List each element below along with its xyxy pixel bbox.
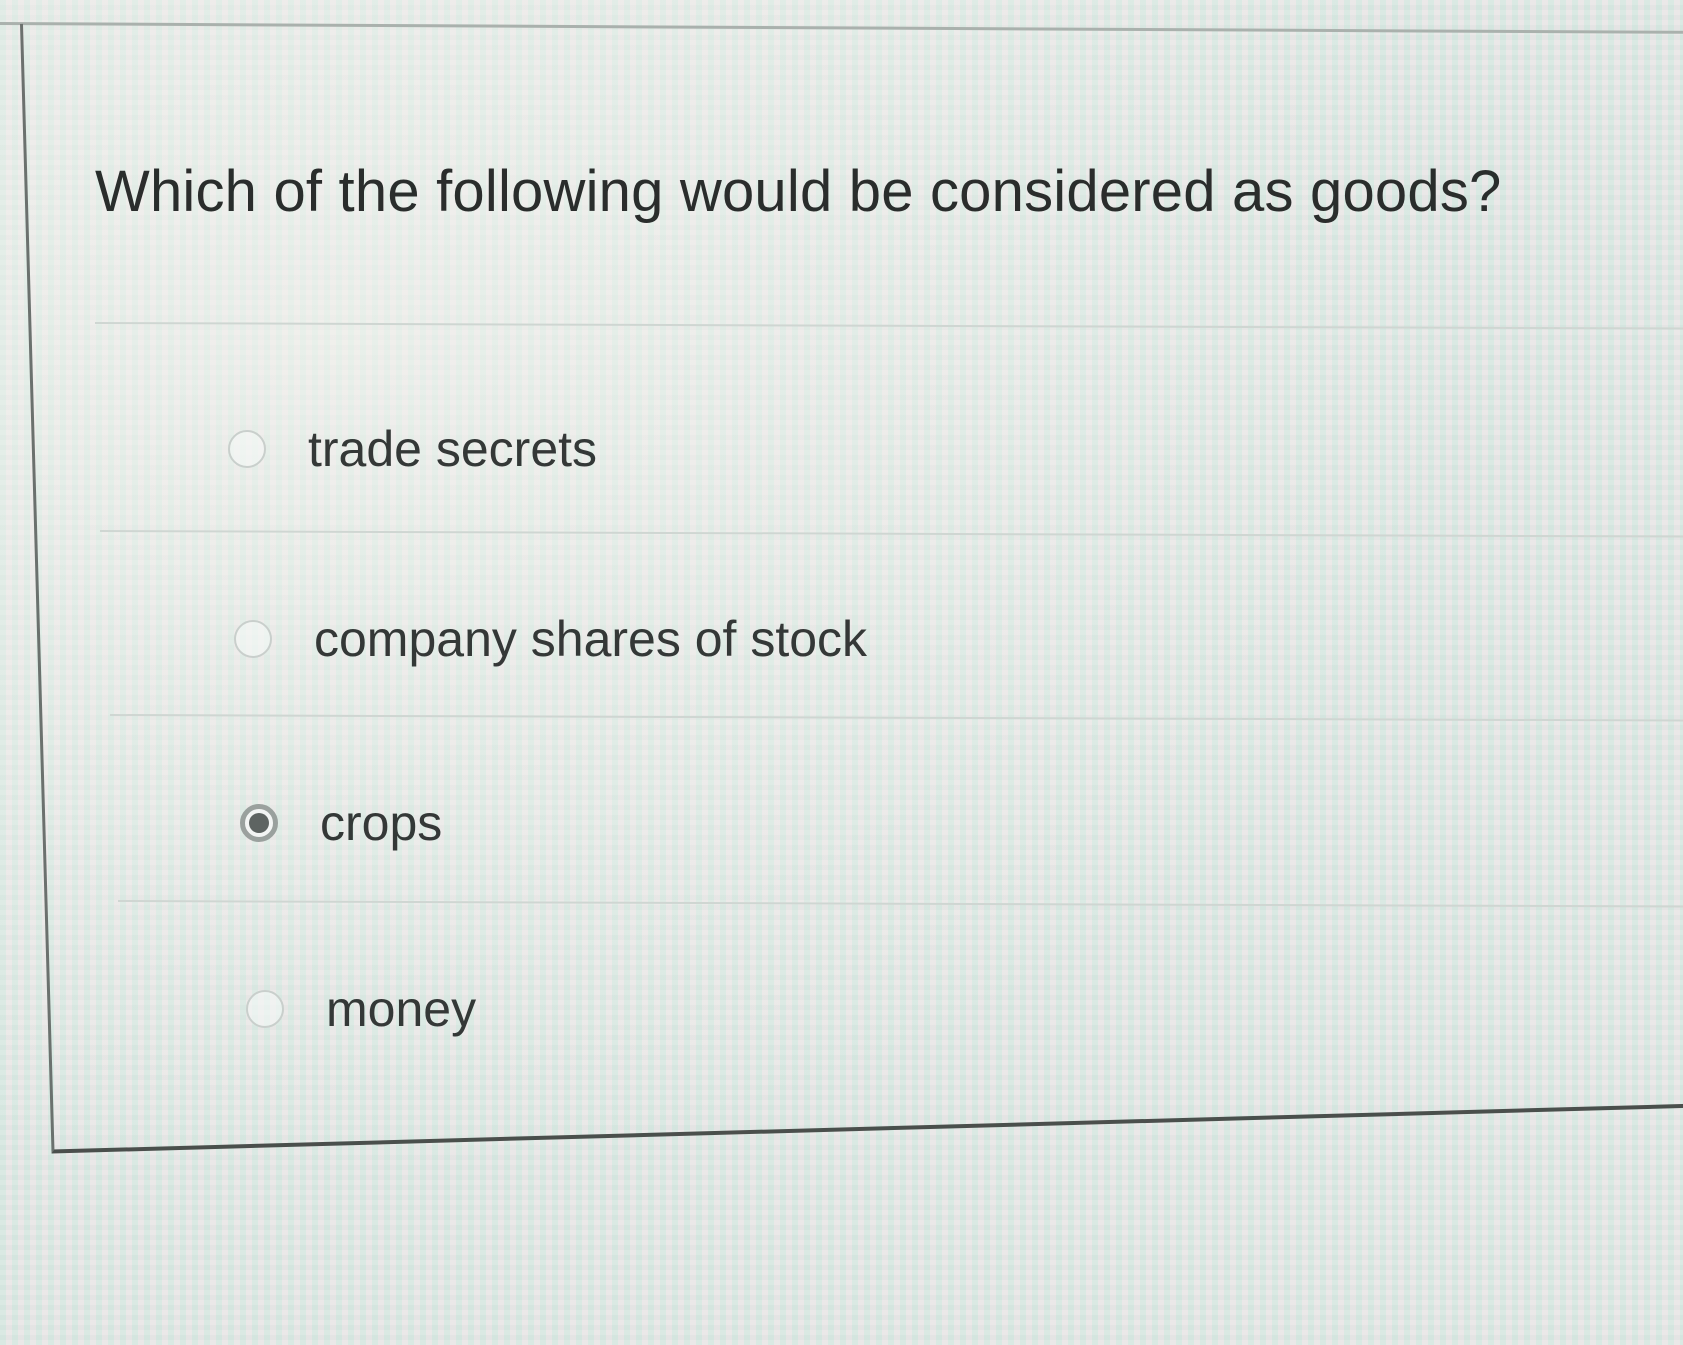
option-crops[interactable]: crops [240, 794, 442, 852]
option-company-shares-of-stock[interactable]: company shares of stock [234, 610, 867, 668]
option-label: money [326, 981, 477, 1037]
radio-button-icon[interactable] [246, 990, 284, 1028]
question-text: Which of the following would be consider… [95, 159, 1502, 224]
radio-button-icon[interactable] [228, 430, 266, 468]
option-trade-secrets[interactable]: trade secrets [228, 420, 597, 478]
option-label: crops [320, 795, 443, 851]
radio-button-icon[interactable] [234, 620, 272, 658]
radio-dot-icon [249, 813, 269, 833]
option-money[interactable]: money [246, 980, 476, 1038]
radio-button-selected-icon[interactable] [240, 804, 278, 842]
option-label: trade secrets [308, 421, 598, 477]
option-label: company shares of stock [314, 611, 868, 667]
